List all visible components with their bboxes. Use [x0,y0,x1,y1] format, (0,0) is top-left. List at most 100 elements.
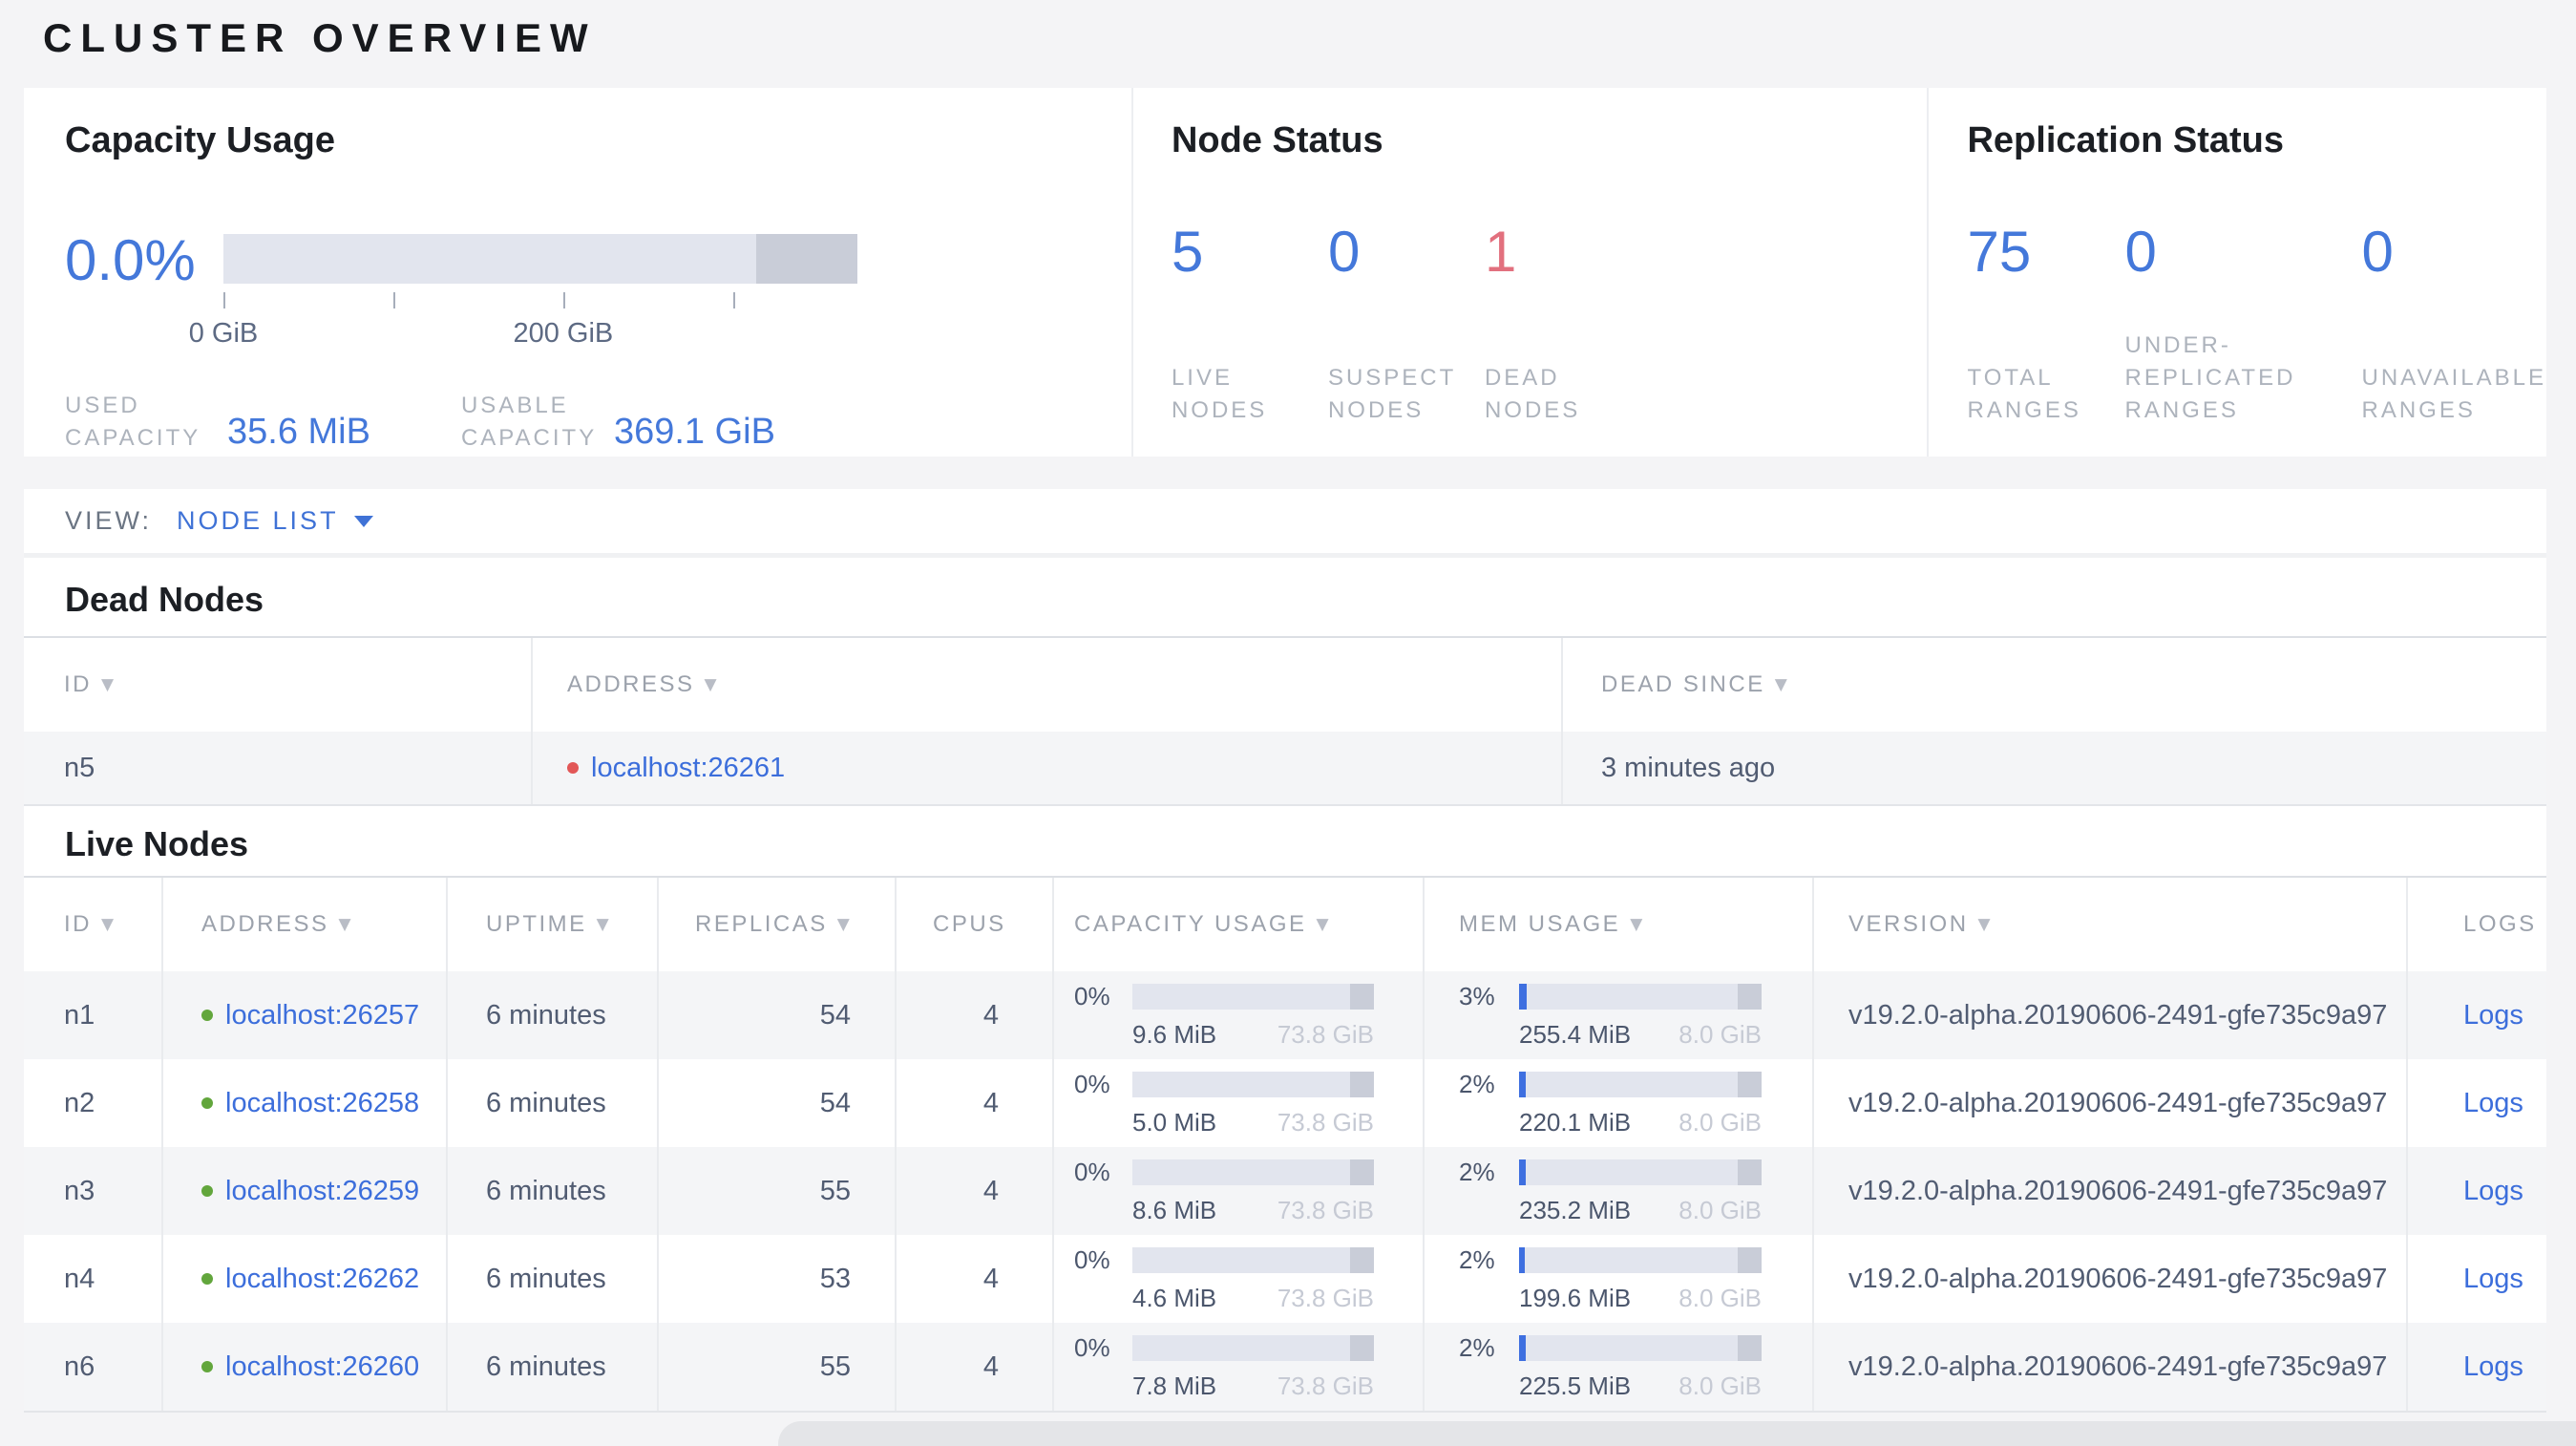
capacity-used-value: 5.0 MiB [1132,1107,1217,1137]
column-header-replicas[interactable]: REPLICAS ▼ [659,878,897,971]
capacity-total-value: 73.8 GiB [1277,1371,1374,1400]
column-header-dead-since[interactable]: DEAD SINCE ▼ [1563,638,2546,732]
stat-value: 0 [2124,220,2157,284]
mem-bar [1519,1246,1762,1273]
node-address-link[interactable]: localhost:26259 [225,1176,419,1207]
column-header-address[interactable]: ADDRESS ▼ [163,878,448,971]
mem-bar [1519,1159,1762,1185]
column-header-label: CPUS [933,911,1006,937]
mem-total-value: 8.0 GiB [1679,1019,1762,1049]
cpus-cell: 4 [897,1235,1054,1323]
node-address-link[interactable]: localhost:26262 [225,1264,419,1295]
node-address-link[interactable]: localhost:26258 [225,1088,419,1119]
logs-link[interactable]: Logs [2463,1000,2523,1031]
capacity-percent: 0.0% [65,228,196,292]
stat-label: LIVE NODES [1171,365,1268,423]
node-id-cell: n3 [24,1147,163,1235]
node-address-link[interactable]: localhost:26257 [225,1000,419,1031]
capacity-bar-dark-segment [1349,1071,1374,1097]
logs-link[interactable]: Logs [2463,1176,2523,1207]
mem-bar [1519,983,1762,1010]
capacity-bar [1132,1071,1374,1097]
node-list-dropdown-value: NODE LIST [177,506,339,535]
logs-link[interactable]: Logs [2463,1264,2523,1295]
capacity-percent-label: 0% [1074,981,1110,1010]
stat-value: 369.1 GiB [613,412,775,452]
axis-tick [223,292,225,308]
node-address-link[interactable]: localhost:26261 [591,753,785,784]
sort-arrow-icon: ▼ [1774,675,1790,694]
capacity-bar [1132,1246,1374,1273]
sort-arrow-icon: ▼ [1630,915,1645,934]
capacity-mini-bar: 0% 9.6 MiB 73.8 GiB [1054,982,1423,1050]
node-address-cell: localhost:26262 [163,1235,448,1323]
mem-bar-fill [1519,1159,1527,1185]
table-row: n4 localhost:26262 6 minutes 53 4 0% 4.6… [24,1235,2546,1323]
column-header-id[interactable]: ID ▼ [24,878,163,971]
column-header-label: LOGS [2463,911,2537,937]
column-header-label: ADDRESS [201,911,329,937]
stat-label: UNAVAILABLE RANGES [2361,365,2546,423]
mem-usage-cell: 2% 225.5 MiB 8.0 GiB [1425,1323,1814,1411]
dead-nodes-heading: Dead Nodes [65,580,264,619]
column-header-label: MEM USAGE [1459,911,1621,937]
version-cell: v19.2.0-alpha.20190606-2491-gfe735c9a97 [1814,1059,2408,1147]
capacity-usage-cell: 0% 8.6 MiB 73.8 GiB [1054,1147,1425,1235]
stat: 0 UNDER- REPLICATED RANGES [2124,220,2361,427]
logs-link[interactable]: Logs [2463,1351,2523,1383]
stat: 0 SUSPECT NODES [1328,223,1485,427]
column-header-mem-usage[interactable]: MEM USAGE ▼ [1425,878,1814,971]
capacity-usage-cell: 0% 9.6 MiB 73.8 GiB [1054,971,1425,1059]
live-nodes-header-row: ID ▼ ADDRESS ▼ UPTIME ▼ REPLICAS ▼ CPUS … [24,878,2546,971]
stat: 75 TOTAL RANGES [1967,223,2124,427]
capacity-total-value: 73.8 GiB [1277,1107,1374,1137]
cpus-cell: 4 [897,1323,1054,1411]
uptime-cell: 6 minutes [448,1059,659,1147]
node-address-cell: localhost:26257 [163,971,448,1059]
bottom-scroll-shade [778,1421,2576,1446]
capacity-bar [223,234,857,284]
node-id-cell: n1 [24,971,163,1059]
page-title: CLUSTER OVERVIEW [43,15,597,60]
cpus-cell: 4 [897,971,1054,1059]
column-header-capacity-usage[interactable]: CAPACITY USAGE ▼ [1054,878,1425,971]
capacity-percent-label: 0% [1074,1244,1110,1274]
node-list-dropdown[interactable]: NODE LIST [177,506,373,536]
column-header-version[interactable]: VERSION ▼ [1814,878,2408,971]
mem-total-value: 8.0 GiB [1679,1283,1762,1312]
column-header-address[interactable]: ADDRESS ▼ [533,638,1563,732]
mem-total-value: 8.0 GiB [1679,1107,1762,1137]
logs-link[interactable]: Logs [2463,1088,2523,1119]
capacity-mini-bar: 0% 5.0 MiB 73.8 GiB [1054,1070,1423,1138]
sort-arrow-icon: ▼ [1977,915,1994,934]
node-id: n6 [64,1350,95,1382]
stat-label: UNDER- REPLICATED RANGES [2124,332,2296,423]
mem-mini-bar: 2% 220.1 MiB 8.0 GiB [1425,1070,1812,1138]
column-header-id[interactable]: ID ▼ [24,638,533,732]
column-header-label: DEAD SINCE [1601,671,1765,697]
capacity-used-value: 9.6 MiB [1132,1019,1217,1049]
column-header-uptime[interactable]: UPTIME ▼ [448,878,659,971]
stat-label: USED CAPACITY [65,393,201,451]
node-id-cell: n5 [24,732,533,804]
mem-used-value: 255.4 MiB [1519,1019,1632,1049]
stat: 0 UNAVAILABLE RANGES [2361,223,2546,427]
node-address-link[interactable]: localhost:26260 [225,1351,419,1383]
mem-usage-cell: 3% 255.4 MiB 8.0 GiB [1425,971,1814,1059]
node-address-cell: localhost:26258 [163,1059,448,1147]
logs-cell: Logs [2408,1323,2546,1411]
stat-value: 5 [1171,220,1204,284]
sort-arrow-icon: ▼ [704,675,720,694]
replicas-cell: 54 [659,1059,897,1147]
mem-mini-bar: 2% 225.5 MiB 8.0 GiB [1425,1333,1812,1401]
mem-percent-label: 2% [1459,1157,1495,1186]
mem-percent-label: 2% [1459,1069,1495,1098]
uptime-cell: 6 minutes [448,971,659,1059]
mem-mini-bar: 2% 199.6 MiB 8.0 GiB [1425,1245,1812,1313]
axis-tick [732,292,735,308]
logs-cell: Logs [2408,1147,2546,1235]
mem-percent-label: 2% [1459,1244,1495,1274]
capacity-stat: USABLE CAPACITY 369.1 GiB [461,390,775,455]
mem-bar-dark-segment [1737,1246,1762,1273]
node-status-title: Node Status [1171,120,1383,160]
